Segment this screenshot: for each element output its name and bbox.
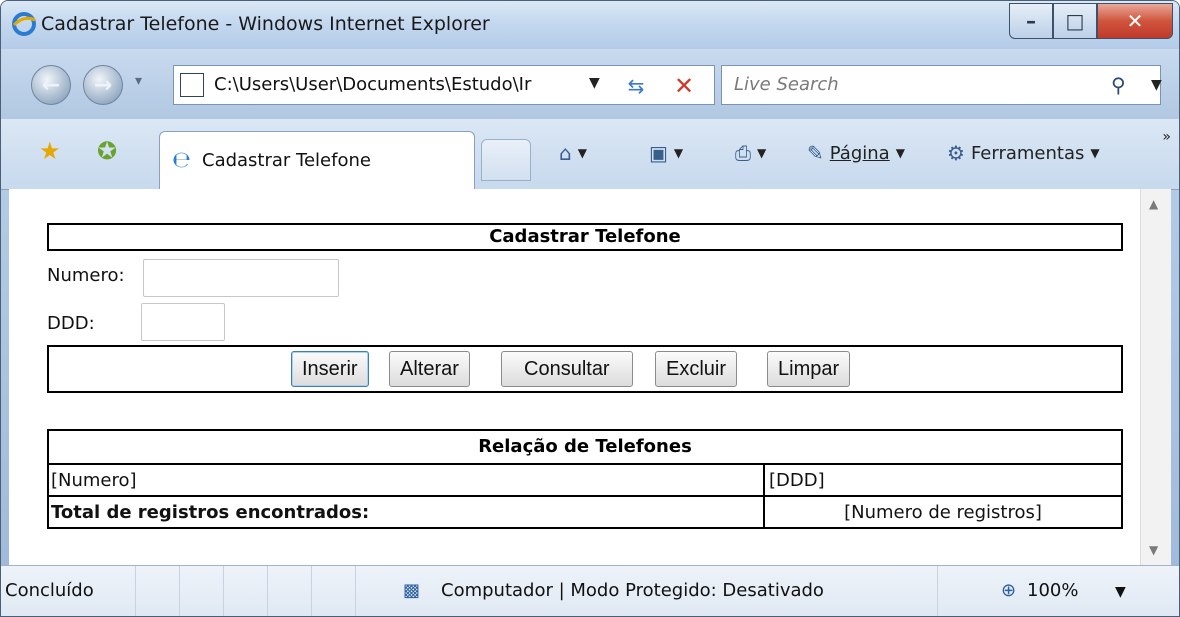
print-button[interactable]: ⎙ ▼	[735, 141, 766, 165]
ddd-label: DDD:	[47, 313, 95, 334]
total-value: [Numero de registros]	[844, 502, 1042, 523]
feeds-button[interactable]: ▣ ▼	[649, 141, 683, 165]
ie-logo-icon	[12, 12, 36, 36]
telefones-table: Relação de Telefones [Numero] [DDD] Tota…	[47, 429, 1123, 529]
home-button[interactable]: ⌂ ▼	[559, 141, 587, 165]
tools-menu[interactable]: ⚙ Ferramentas ▼	[947, 141, 1100, 165]
status-divider	[223, 566, 224, 616]
zoom-level[interactable]: 100%	[1027, 580, 1078, 601]
page-icon	[180, 73, 204, 97]
back-arrow-icon: ←	[41, 72, 61, 98]
scroll-down-icon[interactable]: ▼	[1149, 543, 1158, 557]
chevron-down-icon: ▼	[577, 146, 587, 160]
col-ddd: [DDD]	[769, 470, 825, 491]
zoom-icon[interactable]: ⊕	[1001, 580, 1016, 601]
status-divider	[937, 566, 938, 616]
minimize-button[interactable]: –	[1009, 3, 1053, 39]
window-controls: – □ ✕	[1009, 3, 1173, 41]
status-text: Concluído	[5, 580, 94, 601]
add-favorites-icon[interactable]: ✪	[97, 137, 117, 165]
tools-menu-label: Ferramentas	[970, 142, 1085, 164]
back-button[interactable]: ←	[31, 65, 71, 105]
status-divider	[311, 566, 312, 616]
address-input[interactable]: C:\Users\User\Documents\Estudo\Ir	[214, 74, 614, 95]
browser-window: Cadastrar Telefone - Windows Internet Ex…	[0, 0, 1180, 617]
action-buttons-row: Inserir Alterar Consultar Excluir Limpar	[47, 345, 1123, 393]
numero-label: Numero:	[47, 265, 125, 286]
chevron-down-icon: ▼	[895, 146, 905, 160]
alterar-button[interactable]: Alterar	[389, 351, 470, 387]
form-title: Cadastrar Telefone	[47, 223, 1123, 251]
tab-bar: ★ ✪ ℮ Cadastrar Telefone ⌂ ▼ ▣ ▼ ⎙ ▼ ✎ Pági…	[1, 119, 1179, 190]
scroll-up-icon[interactable]: ▲	[1149, 197, 1158, 211]
security-zone[interactable]: Computador | Modo Protegido: Desativado	[441, 580, 824, 601]
maximize-button[interactable]: □	[1053, 3, 1097, 39]
status-divider	[135, 566, 136, 616]
numero-input[interactable]	[143, 259, 339, 297]
col-numero: [Numero]	[51, 470, 137, 491]
forward-arrow-icon: →	[93, 72, 113, 98]
favorites-star-icon[interactable]: ★	[39, 137, 61, 165]
refresh-button[interactable]: ⇆	[617, 67, 655, 105]
page-icon: ✎	[807, 141, 824, 165]
history-dropdown-icon[interactable]: ▾	[135, 73, 142, 89]
search-box[interactable]: Live Search	[721, 65, 1161, 105]
forward-button[interactable]: →	[83, 65, 123, 105]
stop-button[interactable]: ✕	[665, 67, 703, 105]
status-divider	[179, 566, 180, 616]
ie-page-icon: ℮	[172, 148, 191, 173]
page-menu[interactable]: ✎ Página ▼	[807, 141, 905, 165]
table-title: Relação de Telefones	[49, 431, 1121, 465]
gear-icon: ⚙	[947, 141, 965, 165]
stop-icon: ✕	[673, 72, 695, 100]
chevron-down-icon: ▼	[1090, 146, 1100, 160]
new-tab-button[interactable]	[481, 139, 531, 181]
ddd-input[interactable]	[141, 303, 225, 341]
search-dropdown-icon[interactable]: ▼	[1151, 77, 1162, 93]
status-bar: Concluído ▩ Computador | Modo Protegido:…	[1, 565, 1179, 616]
total-label: Total de registros encontrados:	[51, 502, 370, 523]
status-divider	[355, 566, 356, 616]
search-input[interactable]: Live Search	[734, 74, 839, 95]
tab-label: Cadastrar Telefone	[202, 150, 371, 171]
consultar-button[interactable]: Consultar	[501, 351, 633, 387]
home-icon: ⌂	[559, 141, 572, 165]
search-icon[interactable]: ⚲	[1111, 73, 1126, 97]
more-toolbar-icon[interactable]: »	[1162, 129, 1171, 145]
print-icon: ⎙	[735, 141, 751, 165]
close-button[interactable]: ✕	[1097, 3, 1173, 39]
navigation-bar: ← → ▾ C:\Users\User\Documents\Estudo\Ir …	[1, 49, 1179, 119]
excluir-button[interactable]: Excluir	[655, 351, 738, 387]
window-title: Cadastrar Telefone - Windows Internet Ex…	[41, 13, 490, 35]
zoom-dropdown-icon[interactable]: ▼	[1115, 584, 1126, 600]
inserir-button[interactable]: Inserir	[291, 351, 369, 387]
title-bar: Cadastrar Telefone - Windows Internet Ex…	[1, 1, 1179, 49]
vertical-scrollbar[interactable]: ▲ ▼	[1140, 189, 1171, 565]
chevron-down-icon: ▼	[757, 146, 767, 160]
limpar-button[interactable]: Limpar	[767, 351, 851, 387]
page-content: Cadastrar Telefone Numero: DDD: Inserir …	[9, 189, 1171, 565]
computer-icon: ▩	[403, 580, 421, 601]
feed-icon: ▣	[649, 141, 668, 165]
refresh-icon: ⇆	[627, 74, 645, 98]
tab-cadastrar-telefone[interactable]: ℮ Cadastrar Telefone	[159, 131, 475, 189]
status-divider	[267, 566, 268, 616]
page-menu-label: Página	[829, 142, 890, 164]
address-dropdown-icon[interactable]: ▼	[589, 75, 600, 91]
chevron-down-icon: ▼	[673, 146, 684, 160]
